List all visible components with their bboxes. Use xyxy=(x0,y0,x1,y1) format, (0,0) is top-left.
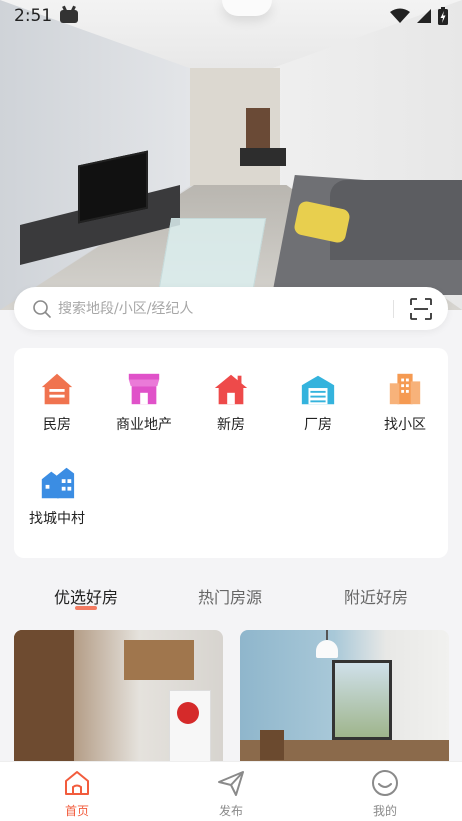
nav-mine[interactable]: 我的 xyxy=(308,762,462,821)
building-icon xyxy=(389,373,421,405)
hero-dining-table xyxy=(240,148,286,166)
listing-tabs: 优选好房 热门房源 附近好房 xyxy=(0,584,462,618)
listing-photo-chair xyxy=(260,730,284,760)
category-item-commercial[interactable]: 商业地产 xyxy=(101,370,187,434)
category-label: 厂房 xyxy=(304,417,332,433)
category-item-find-community[interactable]: 找小区 xyxy=(362,370,448,434)
hero-banner-image[interactable] xyxy=(0,0,462,310)
listing-photo-cabinet xyxy=(124,640,194,680)
app-screen: 2:51 搜索地段/小区/经纪人 民房 商业地产 新房 厂房 找小区 找城中村 … xyxy=(0,0,462,821)
search-bar[interactable] xyxy=(14,287,448,330)
signal-icon xyxy=(417,9,431,23)
listing-card[interactable] xyxy=(240,630,449,770)
nav-home[interactable]: 首页 xyxy=(0,762,154,821)
nav-label: 我的 xyxy=(372,804,397,818)
category-item-house[interactable]: 民房 xyxy=(14,370,100,434)
hero-door xyxy=(246,108,270,152)
scan-button[interactable] xyxy=(408,296,434,322)
category-label: 新房 xyxy=(217,417,245,433)
bottom-nav: 首页 发布 我的 xyxy=(0,761,462,821)
new-house-icon xyxy=(214,374,248,405)
send-icon xyxy=(218,771,244,796)
category-card: 民房 商业地产 新房 厂房 找小区 找城中村 xyxy=(14,348,448,558)
hero-coffee-table xyxy=(158,218,267,288)
category-item-new-house[interactable]: 新房 xyxy=(188,370,274,434)
category-label: 找小区 xyxy=(384,417,426,433)
home-icon xyxy=(65,771,89,795)
listing-photo-window xyxy=(332,660,392,740)
battery-icon xyxy=(438,7,448,25)
listing-card[interactable] xyxy=(14,630,223,770)
category-item-urban-village[interactable]: 找城中村 xyxy=(14,464,100,528)
category-label: 民房 xyxy=(43,417,71,433)
listing-photo-lamp xyxy=(316,630,338,658)
village-icon xyxy=(41,467,75,499)
shop-icon xyxy=(128,373,160,405)
search-icon xyxy=(33,299,51,318)
tab-active-indicator xyxy=(75,606,97,610)
house-icon xyxy=(41,373,73,405)
category-item-factory[interactable]: 厂房 xyxy=(275,370,361,434)
notification-icon xyxy=(60,9,79,23)
tab-popular[interactable]: 热门房源 xyxy=(198,584,262,608)
category-label: 商业地产 xyxy=(116,417,172,433)
category-label: 找城中村 xyxy=(29,511,85,527)
status-icons xyxy=(390,7,448,25)
scan-icon xyxy=(410,297,432,320)
nav-label: 首页 xyxy=(64,804,89,818)
search-input[interactable] xyxy=(58,300,387,317)
wifi-icon xyxy=(390,8,410,23)
tab-featured[interactable]: 优选好房 xyxy=(54,584,118,608)
hero-sofa-back xyxy=(330,180,462,260)
listing-photo-door xyxy=(14,630,74,770)
smile-icon xyxy=(372,770,398,796)
listing-photo-sticker xyxy=(177,702,199,724)
status-bar: 2:51 xyxy=(0,0,462,32)
status-time: 2:51 xyxy=(14,6,53,26)
nav-publish[interactable]: 发布 xyxy=(154,762,308,821)
tab-nearby[interactable]: 附近好房 xyxy=(344,584,408,608)
search-divider xyxy=(393,299,394,318)
factory-icon xyxy=(301,375,335,405)
nav-label: 发布 xyxy=(218,804,243,818)
